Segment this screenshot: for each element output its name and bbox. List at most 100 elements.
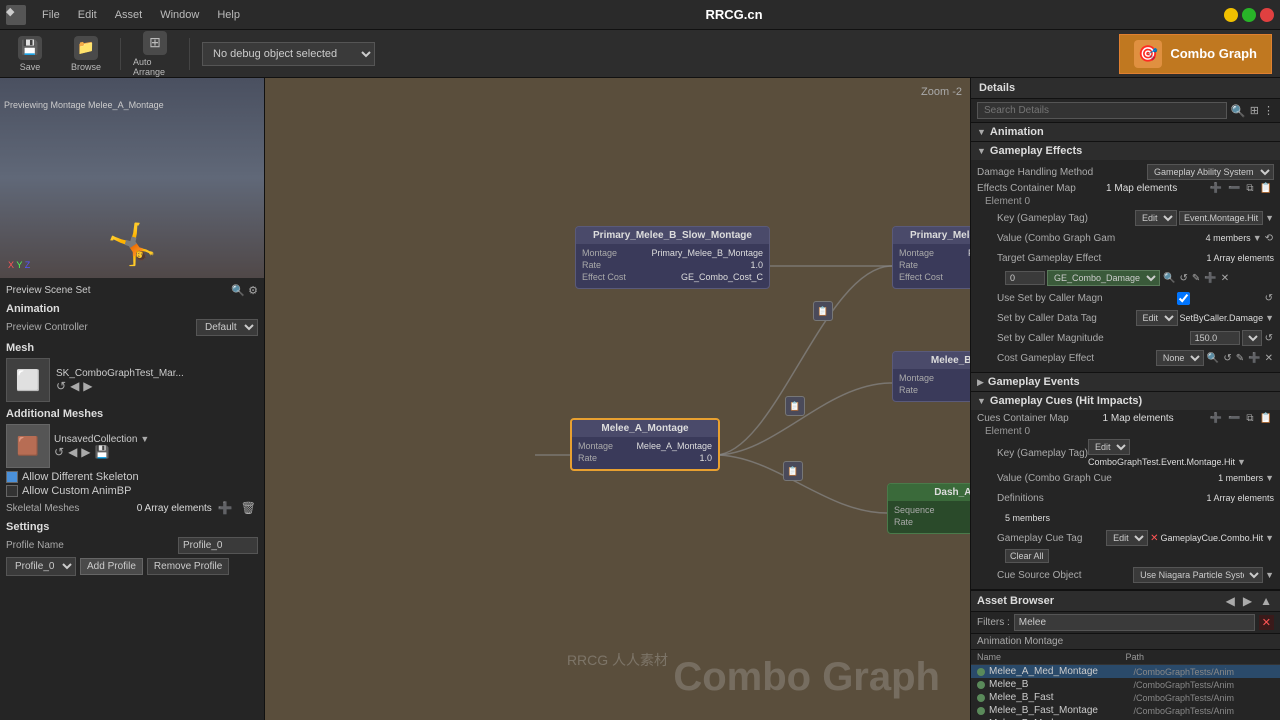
asset-row[interactable]: Melee_B_Fast /ComboGraphTests/Anim xyxy=(971,691,1280,704)
remove-profile-button[interactable]: Remove Profile xyxy=(147,558,229,575)
paste-cue-btn[interactable]: 📋 xyxy=(1258,413,1274,424)
set-by-caller-data-edit[interactable]: Edit xyxy=(1136,310,1178,326)
use-set-by-caller-checkbox[interactable] xyxy=(1177,292,1190,305)
asset-browser-up-icon[interactable]: ▲ xyxy=(1258,594,1274,608)
node-dash-ability[interactable]: Dash_Ability SequenceDash_Ability Rate1.… xyxy=(887,483,970,534)
menu-file[interactable]: File xyxy=(38,7,64,23)
collection-dropdown-icon[interactable]: ▼ xyxy=(140,434,149,444)
gameplay-cues-toggle[interactable]: ▼ Gameplay Cues (Hit Impacts) xyxy=(971,392,1280,410)
key-tag-dropdown[interactable]: ▼ xyxy=(1265,213,1274,223)
profile-name-input[interactable] xyxy=(178,537,258,554)
key-gameplay-tag-edit[interactable]: Edit xyxy=(1135,210,1177,226)
browse-button[interactable]: 📁 Browse xyxy=(64,36,108,72)
target-refresh-icon[interactable]: ↺ xyxy=(1178,273,1188,284)
target-damage-select[interactable]: GE_Combo_Damage xyxy=(1047,270,1160,286)
gameplay-effects-toggle[interactable]: ▼ Gameplay Effects xyxy=(971,142,1280,160)
add-mesh-save-icon[interactable]: 💾 xyxy=(95,445,110,459)
details-search-input[interactable] xyxy=(977,102,1227,119)
gameplay-events-toggle[interactable]: ▶ Gameplay Events xyxy=(971,373,1280,391)
save-button[interactable]: 💾 Save xyxy=(8,36,52,72)
maximize-button[interactable] xyxy=(1242,8,1256,22)
add-mesh-refresh-icon[interactable]: ↺ xyxy=(54,445,64,459)
value-b-expand[interactable]: ▼ xyxy=(1265,473,1274,483)
add-effect-btn[interactable]: ➕ xyxy=(1207,183,1223,194)
menu-edit[interactable]: Edit xyxy=(74,7,101,23)
asset-row[interactable]: Melee_B_Fast_Montage /ComboGraphTests/An… xyxy=(971,704,1280,717)
target-number-field[interactable] xyxy=(1005,271,1045,285)
value-combo-expand[interactable]: ▼ xyxy=(1253,233,1262,243)
cue-source-select[interactable]: Use Niagara Particle System xyxy=(1133,567,1263,583)
paste-effect-btn[interactable]: 📋 xyxy=(1258,183,1274,194)
remove-skeletal-mesh-btn[interactable]: 🗑 xyxy=(239,501,258,515)
cost-remove-icon[interactable]: ✕ xyxy=(1264,353,1274,364)
set-by-caller-dropdown[interactable]: ▼ xyxy=(1265,313,1274,323)
menu-help[interactable]: Help xyxy=(213,7,244,23)
copy-cue-btn[interactable]: ⧉ xyxy=(1244,413,1255,424)
node-melee-a-montage[interactable]: Melee_A_Montage MontageMelee_A_Montage R… xyxy=(570,418,720,471)
scene-settings-icon[interactable]: ⚙ xyxy=(248,284,258,297)
close-button[interactable] xyxy=(1260,8,1274,22)
cost-search-icon[interactable]: 🔍 xyxy=(1206,353,1220,364)
set-by-caller-refresh-icon[interactable]: ↺ xyxy=(1264,333,1274,344)
gameplay-cue-tag-edit[interactable]: Edit xyxy=(1106,530,1148,546)
wire-node-3[interactable]: 📋 xyxy=(783,461,803,481)
wire-node-1[interactable]: 📋 xyxy=(813,301,833,321)
asset-browser-forward-icon[interactable]: ▶ xyxy=(1241,594,1254,608)
add-mesh-prev-icon[interactable]: ◀ xyxy=(68,445,77,459)
mesh-refresh-icon[interactable]: ↺ xyxy=(56,379,66,393)
debug-object-select[interactable]: No debug object selected xyxy=(202,42,375,66)
asset-row[interactable]: Melee_B /ComboGraphTests/Anim xyxy=(971,678,1280,691)
mesh-prev-icon[interactable]: ◀ xyxy=(70,379,79,393)
remove-effect-btn[interactable]: ➖ xyxy=(1226,183,1242,194)
remove-cue-btn[interactable]: ➖ xyxy=(1226,413,1242,424)
wire-node-2[interactable]: 📋 xyxy=(785,396,805,416)
viewport[interactable]: ◀ Perspective Lit Show Character LOD Aut… xyxy=(0,78,264,278)
cost-add-icon[interactable]: ➕ xyxy=(1247,353,1261,364)
key-b-dropdown[interactable]: ▼ xyxy=(1237,457,1246,467)
add-mesh-next-icon[interactable]: ▶ xyxy=(81,445,90,459)
add-cue-btn[interactable]: ➕ xyxy=(1208,413,1224,424)
node-graph-area[interactable]: Zoom -2 Melee_A_Montage MontageMelee_A_M… xyxy=(265,78,970,720)
target-add-icon[interactable]: ➕ xyxy=(1203,273,1217,284)
menu-asset[interactable]: Asset xyxy=(111,7,147,23)
filter-clear-button[interactable]: ✕ xyxy=(1259,615,1274,630)
profile-dropdown[interactable]: Profile_0 xyxy=(6,557,76,576)
node-primary-melee-c[interactable]: Primary_Melee_C_Slow_Montage MontagePrim… xyxy=(892,226,970,289)
cost-refresh-icon[interactable]: ↺ xyxy=(1222,353,1232,364)
asset-row[interactable]: Melee_A_Med_Montage /ComboGraphTests/Ani… xyxy=(971,665,1280,678)
menu-window[interactable]: Window xyxy=(156,7,203,23)
auto-arrange-button[interactable]: ⊞ Auto Arrange xyxy=(133,31,177,77)
view-options-icon[interactable]: ⊞ xyxy=(1250,104,1259,117)
mesh-next-icon[interactable]: ▶ xyxy=(83,379,92,393)
preview-controller-select[interactable]: Default xyxy=(196,319,258,336)
node-melee-b-montage[interactable]: Melee_B_Montage MontageMelee_B_Montage R… xyxy=(892,351,970,402)
set-by-caller-magnitude-select[interactable]: ▼ xyxy=(1242,330,1262,346)
node-primary-melee-b[interactable]: Primary_Melee_B_Slow_Montage MontagePrim… xyxy=(575,226,770,289)
combo-graph-button[interactable]: 🎯 Combo Graph xyxy=(1119,34,1272,74)
animation-section-toggle[interactable]: ▼ Animation xyxy=(971,123,1280,141)
gameplay-cue-dropdown[interactable]: ▼ xyxy=(1265,533,1274,543)
damage-handling-select[interactable]: Gameplay Ability System xyxy=(1147,164,1274,180)
clear-all-button[interactable]: Clear All xyxy=(1005,549,1049,563)
minimize-button[interactable] xyxy=(1224,8,1238,22)
filter-input[interactable] xyxy=(1014,614,1255,631)
target-remove-icon[interactable]: ✕ xyxy=(1220,273,1230,284)
asset-browser-back-icon[interactable]: ◀ xyxy=(1224,594,1237,608)
allow-custom-anim-checkbox[interactable] xyxy=(6,485,18,497)
allow-different-skeleton-checkbox[interactable] xyxy=(6,471,18,483)
key-gameplay-tag-b-edit[interactable]: Edit xyxy=(1088,439,1130,455)
add-skeletal-mesh-btn[interactable]: ➕ xyxy=(216,501,235,515)
more-options-icon[interactable]: ⋮ xyxy=(1263,104,1274,117)
value-combo-btn1[interactable]: ⟲ xyxy=(1264,233,1274,244)
target-edit-icon[interactable]: ✎ xyxy=(1191,273,1201,284)
gameplay-cue-x-btn[interactable]: ✕ xyxy=(1150,533,1158,544)
cue-source-dropdown[interactable]: ▼ xyxy=(1265,570,1274,580)
scene-search-icon[interactable]: 🔍 xyxy=(231,284,245,297)
set-by-caller-magnitude-input[interactable] xyxy=(1190,331,1240,345)
cost-gameplay-effect-select[interactable]: None xyxy=(1156,350,1204,366)
cost-edit-icon[interactable]: ✎ xyxy=(1235,353,1245,364)
target-search-icon[interactable]: 🔍 xyxy=(1162,273,1176,284)
copy-effect-btn[interactable]: ⧉ xyxy=(1244,183,1255,194)
use-set-by-caller-icon[interactable]: ↺ xyxy=(1264,293,1274,304)
add-profile-button[interactable]: Add Profile xyxy=(80,558,143,575)
